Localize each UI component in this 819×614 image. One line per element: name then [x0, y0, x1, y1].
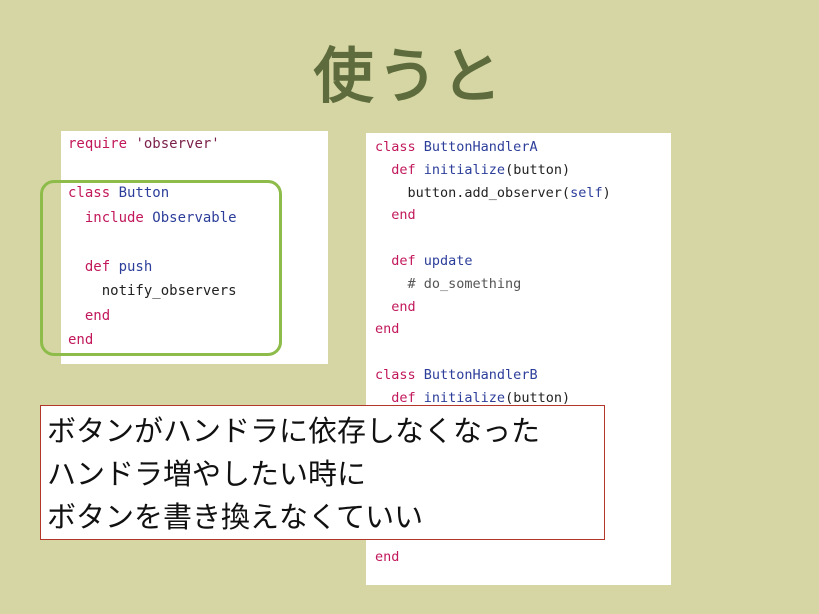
code-token: end	[375, 321, 400, 338]
code-token: require	[68, 136, 136, 152]
code-token: initialize	[423, 161, 506, 178]
code-line: require 'observer'	[68, 134, 220, 154]
slide-title: 使うと	[313, 42, 506, 112]
code-token: ButtonHandlerB	[423, 367, 538, 383]
code-line: def initialize(button)	[375, 160, 570, 180]
code-token: class	[375, 367, 424, 383]
code-token: button.add_observer(	[375, 184, 571, 201]
code-token: (button)	[505, 161, 571, 178]
code-token: end	[375, 549, 400, 566]
code-token: # do_something	[375, 275, 522, 292]
code-token: def	[375, 161, 424, 178]
callout-line-1: ボタンがハンドラに依存しなくなった	[47, 414, 541, 448]
callout-box: ボタンがハンドラに依存しなくなった ハンドラ増やしたい時に ボタンを書き換えなく…	[40, 405, 605, 540]
code-token: (button)	[505, 389, 571, 406]
code-line: class ButtonHandlerA	[375, 137, 538, 157]
code-line: end	[375, 319, 399, 339]
code-token: def	[375, 389, 424, 406]
class-highlight-outline	[40, 180, 282, 356]
code-token: end	[375, 298, 416, 315]
code-token: )	[602, 184, 611, 201]
callout-line-3: ボタンを書き換えなくていい	[47, 500, 424, 534]
code-line: end	[375, 547, 399, 567]
callout-line-2: ハンドラ増やしたい時に	[47, 457, 367, 491]
code-line: end	[375, 205, 416, 225]
code-line: end	[375, 297, 416, 317]
code-line: class ButtonHandlerB	[375, 365, 538, 385]
code-token: def	[375, 253, 424, 269]
code-token: self	[570, 184, 603, 201]
code-token: 'observer'	[135, 136, 220, 152]
code-line: button.add_observer(self)	[375, 183, 611, 203]
code-line: # do_something	[375, 274, 522, 294]
code-line: def update	[375, 251, 473, 271]
code-token: initialize	[423, 389, 506, 406]
code-token: update	[423, 253, 473, 269]
code-token: ButtonHandlerA	[423, 139, 538, 155]
code-token: class	[375, 139, 424, 155]
code-token: end	[375, 207, 416, 224]
